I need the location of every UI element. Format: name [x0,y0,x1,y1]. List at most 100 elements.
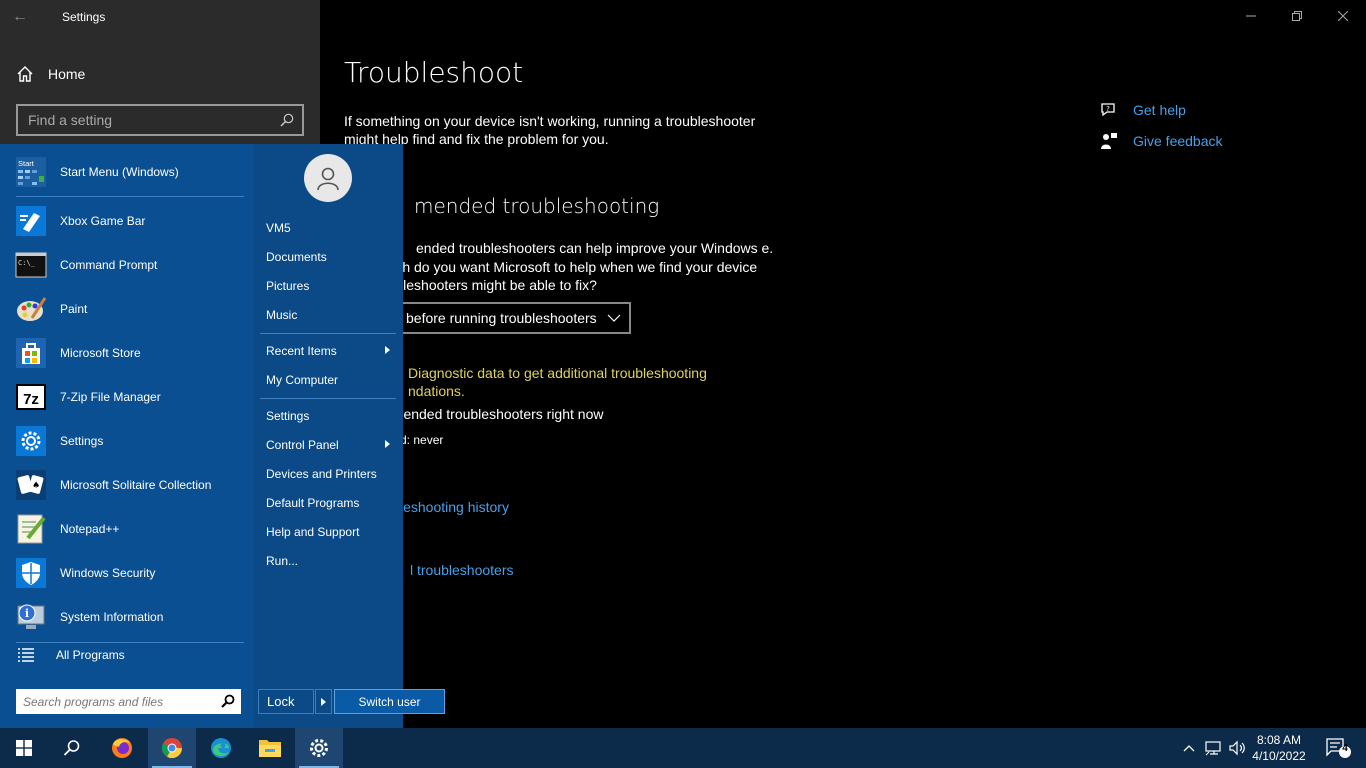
taskbar-chrome[interactable] [148,728,196,768]
search-icon[interactable] [280,113,294,127]
clock-date: 4/10/2022 [1252,749,1306,763]
close-button[interactable] [1320,0,1366,32]
start-menu-app-icon: Start [16,157,46,187]
settings-gear-icon [16,426,46,456]
restore-icon [1292,11,1302,21]
minimize-button[interactable] [1228,0,1274,32]
submenu-arrow-icon [385,440,390,448]
home-icon [17,66,33,82]
right-item-documents[interactable]: Documents [260,244,396,270]
chevron-up-icon [1183,745,1195,752]
nav-home-label: Home [48,66,86,82]
taskbar-search-button[interactable] [48,728,96,768]
find-setting-search[interactable] [16,104,304,136]
right-item-pictures[interactable]: Pictures [260,273,396,299]
xbox-game-bar-icon [16,206,46,236]
app-label: Paint [60,302,88,316]
chat-help-icon: ? [1101,103,1115,117]
right-item-label: VM5 [266,221,291,235]
show-hidden-icons-button[interactable] [1178,728,1200,768]
app-label: System Information [60,610,164,624]
give-feedback-link[interactable]: Give feedback [1100,132,1223,150]
submenu-arrow-icon [385,346,390,354]
minimize-icon [1246,15,1256,17]
action-center-button[interactable]: 4 [1318,728,1358,768]
taskbar-edge[interactable] [197,728,245,768]
list-icon [18,648,34,662]
7zip-icon: 7z [16,384,46,410]
app-label: Notepad++ [60,522,120,536]
chevron-down-icon [607,314,621,322]
taskbar-file-explorer[interactable] [246,728,294,768]
recommended-description: ended troubleshooters can help improve y… [344,240,774,293]
microsoft-store-icon [16,338,46,368]
app-label: Windows Security [60,566,156,580]
right-item-default-programs[interactable]: Default Programs [260,490,396,516]
right-item-vm5[interactable]: VM5 [260,215,396,241]
restore-button[interactable] [1274,0,1320,32]
right-item-label: Recent Items [266,344,337,358]
taskbar-firefox[interactable] [98,728,146,768]
search-icon[interactable] [221,694,235,708]
start-button[interactable] [0,728,48,768]
app-windows-security[interactable]: Windows Security [14,553,246,593]
right-item-control-panel[interactable]: Control Panel [260,432,396,458]
window-controls [1228,0,1366,34]
app-label: Settings [60,434,104,448]
app-label: Xbox Game Bar [60,214,146,228]
give-feedback-label: Give feedback [1133,133,1223,149]
right-item-devices-and-printers[interactable]: Devices and Printers [260,461,396,487]
app-notepad-plus-plus[interactable]: Notepad++ [14,509,246,549]
find-setting-input[interactable] [18,106,268,134]
get-help-link[interactable]: ? Get help [1100,101,1186,119]
app-start-menu-windows[interactable]: Start Start Menu (Windows) [14,152,246,192]
all-programs-button[interactable]: All Programs [18,648,125,662]
app-xbox-game-bar[interactable]: Xbox Game Bar [14,201,246,241]
network-icon [1205,741,1221,756]
right-item-label: Devices and Printers [266,467,377,481]
windows-start-icon [16,740,32,756]
right-item-my-computer[interactable]: My Computer [260,367,396,393]
lock-button[interactable]: Lock [258,689,314,714]
app-microsoft-solitaire-collection[interactable]: ♠ Microsoft Solitaire Collection [14,465,246,505]
start-search-box[interactable] [16,689,241,714]
power-options-arrow-button[interactable] [315,689,332,714]
switch-user-button[interactable]: Switch user [334,689,445,714]
right-item-help-and-support[interactable]: Help and Support [260,519,396,545]
app-paint[interactable]: Paint [14,289,246,329]
windows-security-icon [16,558,46,588]
divider [260,333,396,334]
dropdown-value: before running troubleshooters [406,310,597,326]
network-status[interactable] [1202,728,1226,768]
diagnostic-data-link[interactable]: Diagnostic data to get additional troubl… [344,364,744,400]
cmd-icon-text: C:\_ [18,259,36,267]
right-item-settings[interactable]: Settings [260,403,396,429]
back-button[interactable]: ← [12,8,36,26]
notification-count: 4 [1342,743,1348,754]
app-label: Command Prompt [60,258,158,272]
app-system-information[interactable]: i System Information [14,597,246,637]
app-command-prompt[interactable]: C:\_ Command Prompt [14,245,246,285]
speaker-icon [1229,740,1245,756]
app-settings[interactable]: Settings [14,421,246,461]
start-search-input[interactable] [16,689,216,714]
right-item-music[interactable]: Music [260,302,396,328]
search-icon [63,740,80,756]
user-avatar[interactable] [304,154,352,202]
app-microsoft-store[interactable]: Microsoft Store [14,333,246,373]
taskbar-settings[interactable] [295,728,343,768]
svg-text:♠: ♠ [32,481,40,491]
page-title: Troubleshoot [344,56,524,89]
app-label: Microsoft Store [60,346,141,360]
taskbar-clock[interactable]: 8:08 AM 4/10/2022 [1247,732,1311,764]
nav-home[interactable]: Home [16,60,306,88]
right-item-label: My Computer [266,373,339,387]
right-item-label: Pictures [266,279,310,293]
app-7zip-file-manager[interactable]: 7z 7-Zip File Manager [14,377,246,417]
zip-icon-text: 7z [23,391,39,408]
divider [16,642,244,643]
all-programs-label: All Programs [56,648,125,662]
right-item-run[interactable]: Run... [260,548,396,574]
divider [260,398,396,399]
right-item-recent-items[interactable]: Recent Items [260,338,396,364]
